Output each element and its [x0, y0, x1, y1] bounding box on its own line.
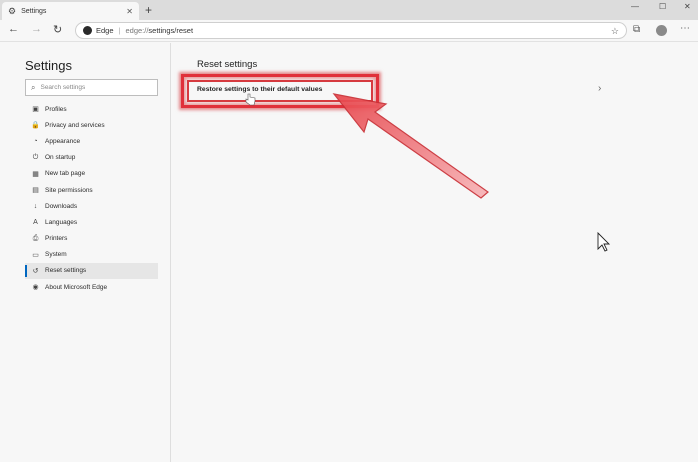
- tab-settings[interactable]: ⚙ Settings ✕: [2, 2, 139, 20]
- printer-icon: ⎙: [32, 234, 39, 242]
- sidebar-item-label: Profiles: [45, 105, 67, 113]
- site-permissions-icon: ▤: [32, 187, 39, 195]
- edge-logo-icon: [83, 26, 92, 35]
- url-prefix: edge://: [125, 26, 149, 35]
- sidebar-item-appearance[interactable]: ◔ Appearance: [25, 133, 158, 149]
- power-icon: ⏻: [32, 153, 39, 161]
- sidebar-item-on-startup[interactable]: ⏻ On startup: [25, 150, 158, 166]
- sidebar-item-label: On startup: [45, 154, 76, 162]
- tab-title: Settings: [21, 7, 47, 15]
- search-icon: ⌕: [31, 82, 36, 92]
- red-arrow-icon: [332, 93, 489, 199]
- page-title: Reset settings: [197, 59, 258, 70]
- person-icon: ▣: [32, 106, 39, 114]
- refresh-button[interactable]: ↻: [53, 23, 62, 36]
- address-separator: |: [118, 26, 121, 35]
- search-placeholder: Search settings: [40, 84, 86, 91]
- edge-icon: ◉: [32, 284, 39, 292]
- sidebar-item-label: System: [45, 251, 67, 259]
- search-input[interactable]: ⌕ Search settings: [25, 79, 158, 96]
- sidebar-item-profiles[interactable]: ▣ Profiles: [25, 101, 158, 117]
- sidebar-item-downloads[interactable]: ↓ Downloads: [25, 198, 158, 214]
- new-tab-button[interactable]: +: [145, 3, 152, 17]
- collections-icon[interactable]: ⧉: [633, 24, 640, 35]
- sidebar-item-label: Languages: [45, 218, 78, 226]
- title-bar: ⚙ Settings ✕ + — ☐ ✕: [0, 0, 698, 20]
- tab-close-icon[interactable]: ✕: [126, 7, 133, 16]
- sidebar-item-label: Appearance: [45, 137, 81, 145]
- sidebar-menu: ▣ Profiles 🔒 Privacy and services ◔ Appe…: [25, 101, 158, 295]
- maximize-button[interactable]: ☐: [659, 2, 666, 11]
- minimize-button[interactable]: —: [631, 2, 639, 11]
- url-path: settings/reset: [148, 26, 194, 35]
- sidebar-item-label: Site permissions: [45, 186, 93, 194]
- sidebar-item-label: New tab page: [45, 170, 86, 178]
- favorite-star-icon[interactable]: ☆: [611, 26, 619, 37]
- sidebar-item-label: About Microsoft Edge: [45, 283, 108, 291]
- forward-button[interactable]: →: [31, 23, 42, 35]
- sidebar-item-new-tab-page[interactable]: ▦ New tab page: [25, 166, 158, 182]
- sidebar-title: Settings: [25, 58, 72, 73]
- sidebar-item-system[interactable]: ▭ System: [25, 247, 158, 263]
- palette-icon: ◔: [33, 137, 38, 145]
- chevron-right-icon: ›: [598, 83, 602, 94]
- toolbar: ← → ↻ Edge | edge:// settings/reset ☆ ⧉: [0, 20, 698, 42]
- sidebar-item-printers[interactable]: ⎙ Printers: [25, 231, 158, 247]
- sidebar-item-label: Reset settings: [45, 267, 87, 275]
- sidebar-item-label: Printers: [45, 235, 68, 243]
- lock-icon: 🔒: [31, 122, 40, 130]
- close-window-button[interactable]: ✕: [684, 2, 691, 11]
- download-icon: ↓: [33, 202, 38, 210]
- profile-avatar[interactable]: [656, 25, 667, 36]
- sidebar-item-reset-settings[interactable]: ↺ Reset settings: [25, 262, 158, 280]
- laptop-icon: ▭: [32, 251, 39, 259]
- sidebar: Settings ⌕ Search settings ▣ Profiles 🔒 …: [0, 43, 171, 462]
- address-bar[interactable]: Edge | edge:// settings/reset ☆: [75, 22, 627, 39]
- sidebar-item-label: Downloads: [45, 202, 78, 210]
- mouse-pointer-icon: [597, 231, 611, 252]
- language-icon: A: [33, 218, 38, 226]
- site-name: Edge: [96, 26, 114, 35]
- highlight-box-inner: [187, 80, 373, 102]
- back-button[interactable]: ←: [8, 23, 19, 35]
- sidebar-item-site-permissions[interactable]: ▤ Site permissions: [25, 182, 158, 198]
- sidebar-item-about[interactable]: ◉ About Microsoft Edge: [25, 279, 158, 295]
- reset-icon: ↺: [32, 267, 39, 275]
- gear-icon: ⚙: [8, 5, 17, 16]
- more-menu-icon[interactable]: ⋯: [680, 23, 690, 34]
- sidebar-item-privacy[interactable]: 🔒 Privacy and services: [25, 117, 158, 133]
- sidebar-item-label: Privacy and services: [45, 121, 105, 129]
- sidebar-item-languages[interactable]: A Languages: [25, 214, 158, 230]
- grid-icon: ▦: [32, 170, 39, 178]
